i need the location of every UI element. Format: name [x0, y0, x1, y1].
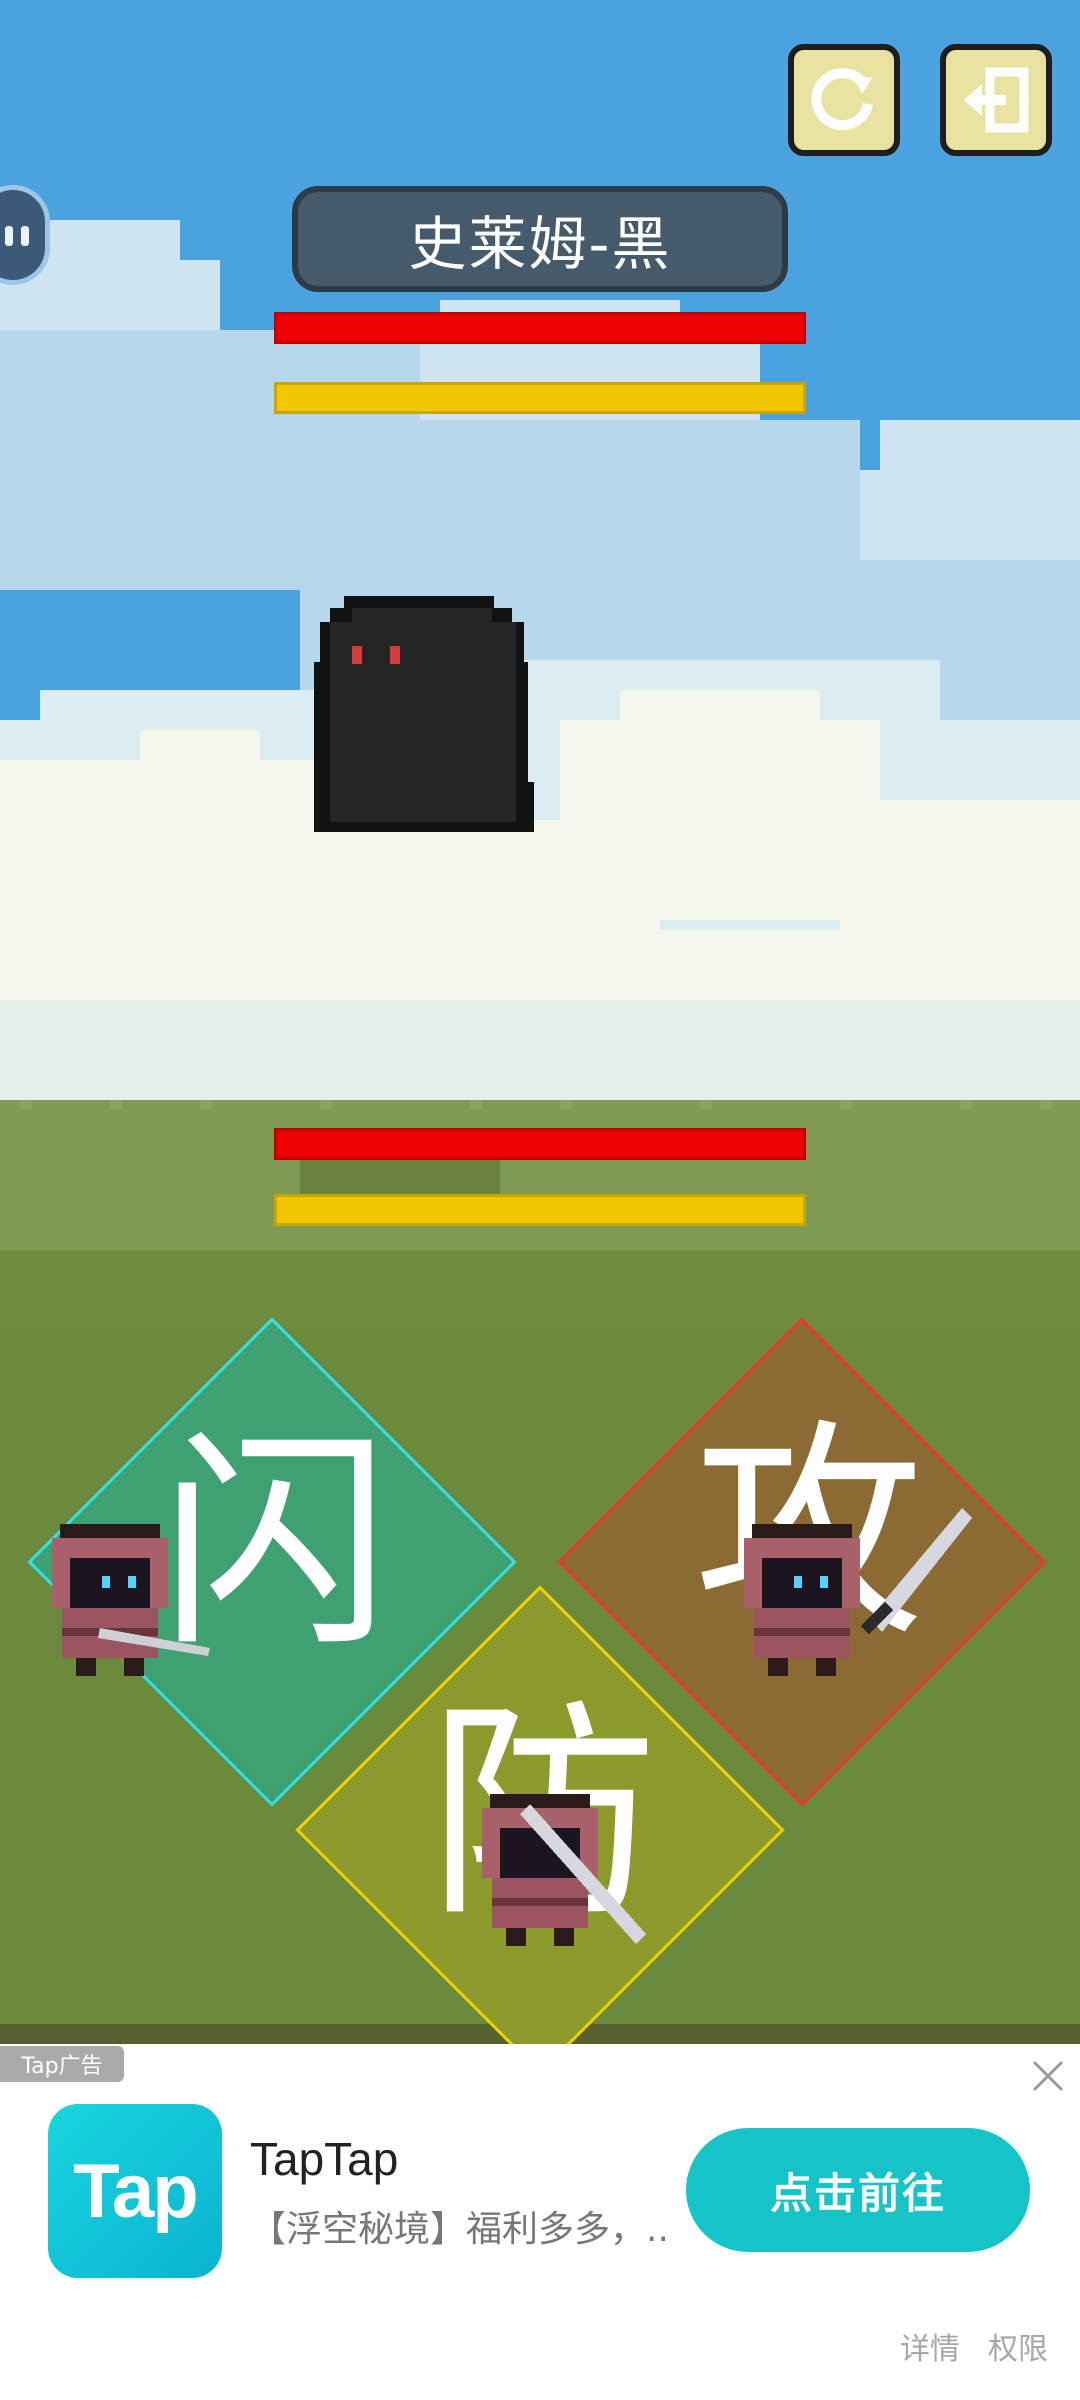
enemy-energy-fill	[277, 385, 803, 411]
ad-permissions-link[interactable]: 权限	[988, 2324, 1048, 2368]
ad-app-name: TapTap	[250, 2133, 399, 2185]
player-energy-fill	[277, 1197, 803, 1223]
taptap-logo[interactable]: Tap	[48, 2104, 222, 2278]
enemy-energy-bar	[274, 382, 806, 414]
hero-eye-icon	[794, 1576, 802, 1588]
sky-background	[0, 0, 1080, 1150]
ad-cta-button[interactable]: 点击前往	[686, 2128, 1030, 2252]
hero-eye-icon	[820, 1576, 828, 1588]
exit-button[interactable]	[940, 44, 1052, 156]
monster-eye-icon	[352, 646, 362, 664]
ad-details-link[interactable]: 详情	[900, 2324, 960, 2368]
game-screen: 史莱姆-黑 闪 攻 防	[0, 0, 1080, 2044]
player-health-fill	[277, 1131, 803, 1157]
handle-eye-icon	[21, 226, 29, 246]
hero-eye-icon	[102, 1576, 110, 1588]
player-health-bar	[274, 1128, 806, 1160]
restart-button[interactable]	[788, 44, 900, 156]
enemy-name-plate: 史莱姆-黑	[292, 186, 788, 292]
player-energy-bar	[274, 1194, 806, 1226]
floating-assistant-handle[interactable]	[0, 185, 50, 285]
handle-eye-icon	[5, 226, 13, 246]
monster-eye-icon	[390, 646, 400, 664]
close-icon[interactable]	[1030, 2058, 1066, 2094]
ad-description: 【浮空秘境】福利多多，...	[250, 2209, 670, 2250]
enemy-health-fill	[277, 315, 803, 341]
restart-icon	[811, 68, 873, 131]
ad-tag: Tap广告	[0, 2046, 124, 2082]
hero-attack-sprite	[744, 1508, 972, 1676]
exit-icon	[964, 67, 1029, 133]
hero-dodge-sprite	[52, 1524, 210, 1676]
black-slime-monster	[314, 596, 534, 832]
enemy-name: 史莱姆-黑	[408, 210, 672, 278]
enemy-health-bar	[274, 312, 806, 344]
hero-defend-sprite	[482, 1794, 646, 1946]
hero-eye-icon	[128, 1576, 136, 1588]
